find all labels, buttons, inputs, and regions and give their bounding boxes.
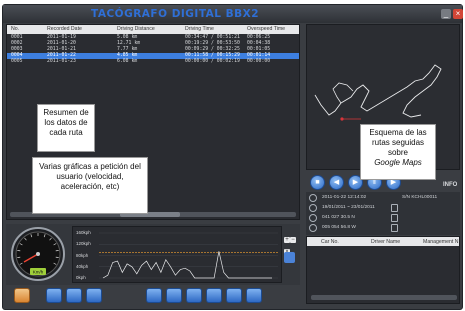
route-branch xyxy=(332,82,354,104)
globe-icon xyxy=(309,224,317,232)
zoom-out-button[interactable]: − xyxy=(290,237,296,243)
table-cell: 2011-01-22 xyxy=(47,53,76,58)
bottom-toolbar xyxy=(6,287,300,304)
table-cell: 00:19:29 / 00:53:50 xyxy=(185,41,240,46)
document-icon xyxy=(391,224,398,232)
table-cell: 6.08 km xyxy=(117,59,138,64)
info-row-datetime: 2011-01-22 12:14:02 S/N KCHL00011 xyxy=(306,193,460,203)
rewind-button[interactable]: ◀ xyxy=(329,175,344,190)
table-cell: 2011-01-21 xyxy=(47,47,76,52)
y-tick-40: 40kph xyxy=(76,264,89,269)
col-car-no[interactable]: Car No. xyxy=(321,239,339,245)
table-cell: 0005 xyxy=(11,59,23,64)
col-no[interactable]: No. xyxy=(11,26,19,32)
route-marker xyxy=(340,117,344,121)
info-longitude: 005 054 56.8 W xyxy=(322,225,356,230)
graph-options-button[interactable] xyxy=(284,252,295,263)
eject-button[interactable] xyxy=(66,288,82,303)
title-bar: TACÓGRAFO DIGITAL BBX2 _ × xyxy=(3,5,463,23)
table-cell: 00:01:14 xyxy=(247,53,271,58)
table-cell: 0002 xyxy=(11,41,23,46)
info-datetime: 2011-01-22 12:14:02 xyxy=(322,195,367,200)
info-row-period: 19/01/2011 ~ 23/01/2011 xyxy=(306,203,460,213)
table-cell: 00:34:47 / 00:51:21 xyxy=(185,35,240,40)
table-cell: 00:00:00 / 00:02:19 xyxy=(185,59,240,64)
table-cell: 7.77 km xyxy=(117,47,138,52)
table-row[interactable]: 0005 2011-01-23 6.08 km 00:00:00 / 00:02:19… xyxy=(7,59,299,65)
calendar-icon xyxy=(309,204,317,212)
minimize-button[interactable]: _ xyxy=(441,9,451,19)
table-cell: 00:09:29 / 00:32:25 xyxy=(185,47,240,52)
speed-graph-svg xyxy=(99,232,278,279)
table-cell: 00:06:25 xyxy=(247,35,271,40)
search-button[interactable] xyxy=(46,288,62,303)
table-cell: 0003 xyxy=(11,47,23,52)
table-cell: 2011-01-19 xyxy=(47,35,76,40)
table-cell: 2011-01-23 xyxy=(47,59,76,64)
table-cell: 00:04:38 xyxy=(247,41,271,46)
list-button[interactable] xyxy=(86,288,102,303)
info-latitude: 041 027 30.5 N xyxy=(322,215,355,220)
table-cell: 0001 xyxy=(11,35,23,40)
callout-routes-summary: Resumen de los datos de cada ruta xyxy=(37,104,95,152)
driver-table: Car No. Driver Name Management N xyxy=(306,236,460,304)
export-button[interactable] xyxy=(246,288,262,303)
stop-button[interactable]: ■ xyxy=(310,175,325,190)
y-tick-160: 160kph xyxy=(76,230,91,235)
info-serial: S/N KCHL00011 xyxy=(402,195,438,200)
app-title: TACÓGRAFO DIGITAL BBX2 xyxy=(91,8,260,20)
table-cell: 00:01:05 xyxy=(247,47,271,52)
y-tick-0: 0kph xyxy=(76,275,86,280)
speed-gauge: Km/h xyxy=(11,227,65,281)
col-management-no[interactable]: Management N xyxy=(423,239,458,245)
info-row-lat: 041 027 30.5 N xyxy=(306,213,460,223)
y-tick-120: 120kph xyxy=(76,241,91,246)
table-cell: 5.08 km xyxy=(117,35,138,40)
globe-icon xyxy=(309,214,317,222)
info-period: 19/01/2011 ~ 23/01/2011 xyxy=(322,205,375,210)
settings-button[interactable] xyxy=(186,288,202,303)
car-icon xyxy=(391,204,398,212)
location-icon xyxy=(391,214,398,222)
download-button[interactable] xyxy=(146,288,162,303)
table-cell: 4.85 km xyxy=(117,53,138,58)
table-cell: 0004 xyxy=(11,53,23,58)
graph-panel: Km/h 160kph 120kph 80kph 40kph 0kph +− x… xyxy=(6,224,300,285)
col-driving-distance[interactable]: Driving Distance xyxy=(117,26,155,32)
close-button[interactable]: × xyxy=(453,9,463,19)
y-tick-80: 80kph xyxy=(76,253,89,258)
route-table-header: No. Recorded Date Driving Distance Drivi… xyxy=(7,25,299,34)
callout-map-google: Google Maps xyxy=(374,158,422,167)
driver-scrollbar[interactable] xyxy=(311,295,457,300)
table-cell: 00:00:00 xyxy=(247,59,271,64)
col-driver-name[interactable]: Driver Name xyxy=(371,239,400,245)
info-panel: 2011-01-22 12:14:02 S/N KCHL00011 19/01/… xyxy=(306,192,460,235)
col-recorded-date[interactable]: Recorded Date xyxy=(47,26,82,32)
info-row-lon: 005 054 56.8 W xyxy=(306,223,460,233)
edit-button[interactable] xyxy=(226,288,242,303)
callout-map: Esquema de las rutas seguidas sobre Goog… xyxy=(360,124,436,180)
driver-table-header: Car No. Driver Name Management N xyxy=(307,237,459,246)
info-label: INFO xyxy=(443,182,458,188)
table-cell: 2011-01-20 xyxy=(47,41,76,46)
callout-map-text: Esquema de las rutas seguidas sobre xyxy=(369,128,427,157)
table-cell: 12.71 km xyxy=(117,41,141,46)
gauge-badge: Km/h xyxy=(33,270,44,275)
table-cell: 00:11:58 / 00:15:29 xyxy=(185,53,240,58)
callout-graphs: Varias gráficas a petición del usuario (… xyxy=(32,157,148,214)
clock-icon xyxy=(309,194,317,202)
users-button[interactable] xyxy=(206,288,222,303)
print-button[interactable] xyxy=(166,288,182,303)
col-overspeed-time[interactable]: Overspeed Time xyxy=(247,26,285,32)
col-driving-time[interactable]: Driving Time xyxy=(185,26,214,32)
home-button[interactable] xyxy=(14,288,30,303)
speed-graph[interactable]: 160kph 120kph 80kph 40kph 0kph xyxy=(72,226,282,283)
